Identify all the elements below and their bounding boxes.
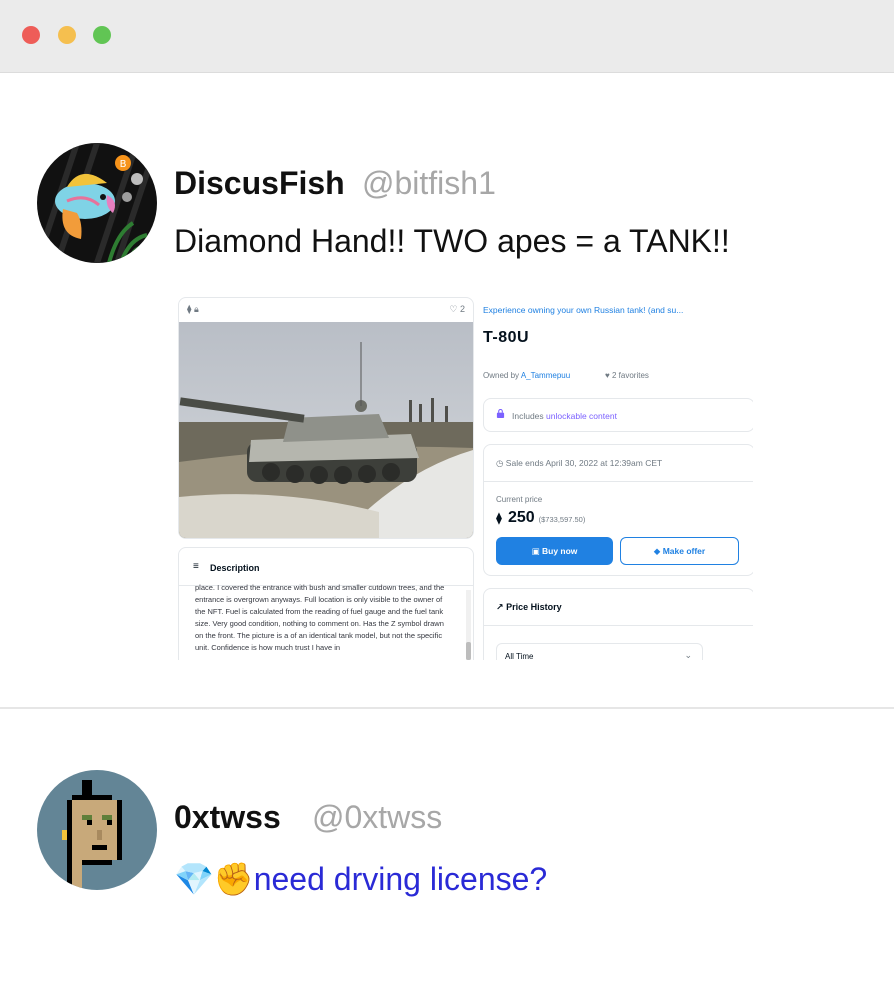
wallet-icon: ▣ <box>531 546 540 556</box>
description-card: ≡ Description place. I covered the entra… <box>178 547 474 660</box>
clock-icon: ◷ <box>496 458 504 468</box>
embedded-screenshot[interactable]: ⧫ 🔒︎ ♡ 2 ≡ Description place. I covered … <box>178 295 753 660</box>
description-scrollbar[interactable] <box>466 590 471 660</box>
unlockable-content-box[interactable]: Includes unlockable content <box>483 398 753 432</box>
avatar-discusfish[interactable]: B <box>37 143 157 263</box>
sale-box: ◷ Sale ends April 30, 2022 at 12:39am CE… <box>483 444 753 576</box>
favorites-line: ♥ 2 favorites <box>605 371 649 380</box>
maximize-window-button[interactable] <box>93 26 111 44</box>
minimize-window-button[interactable] <box>58 26 76 44</box>
trend-icon: ↗ <box>496 602 504 612</box>
owner-link[interactable]: A_Tammepuu <box>521 371 570 380</box>
chevron-down-icon: ⌄ <box>684 650 692 660</box>
close-window-button[interactable] <box>22 26 40 44</box>
ethereum-icon: ⧫ <box>496 511 502 525</box>
nft-image-card: ⧫ 🔒︎ ♡ 2 <box>178 297 474 539</box>
tweet-author-handle[interactable]: @0xtwss <box>312 799 442 836</box>
price-history-box: ↗ Price History All Time ⌄ <box>483 588 753 660</box>
owner-line: Owned by A_Tammepuu <box>483 371 571 380</box>
tweet-message: need drving license? <box>253 861 548 897</box>
collection-link[interactable]: Experience owning your own Russian tank!… <box>483 305 683 315</box>
heart-icon: ♥ <box>605 371 610 380</box>
favorite-count: ♡ 2 <box>449 304 465 314</box>
tweet-author-name[interactable]: DiscusFish <box>174 165 345 202</box>
tweet-author-handle[interactable]: @bitfish1 <box>362 165 496 202</box>
time-filter-select[interactable]: All Time ⌄ <box>496 643 703 660</box>
sale-ends: ◷ Sale ends April 30, 2022 at 12:39am CE… <box>496 458 663 468</box>
avatar-0xtwss[interactable] <box>37 770 157 890</box>
image-card-bar: ⧫ 🔒︎ ♡ 2 <box>179 298 473 322</box>
list-icon: ≡ <box>193 561 199 572</box>
make-offer-button[interactable]: ◆ Make offer <box>620 537 739 565</box>
description-header[interactable]: ≡ Description <box>179 548 473 586</box>
tweet-author-name[interactable]: 0xtwss <box>174 799 281 836</box>
current-price: ⧫ 250 ($733,597.50) <box>496 509 586 526</box>
tweet-text: Diamond Hand!! TWO apes = a TANK!! <box>174 223 730 259</box>
svg-text:B: B <box>120 159 127 170</box>
diamond-fist-emoji: 💎✊ <box>174 861 254 897</box>
lock-icon <box>496 409 505 418</box>
ethereum-icon: ⧫ 🔒︎ <box>187 304 199 314</box>
description-text: place. I covered the entrance with bush … <box>195 583 445 652</box>
current-price-label: Current price <box>496 495 543 504</box>
tweet-text: 💎✊need drving license? <box>174 860 547 898</box>
tank-photo <box>179 322 473 538</box>
nft-title: T-80U <box>483 329 530 346</box>
price-history-header[interactable]: ↗ Price History <box>496 602 562 613</box>
buy-now-button[interactable]: ▣ Buy now <box>496 537 613 565</box>
window-titlebar <box>0 0 894 73</box>
tweet-divider <box>0 707 894 709</box>
tag-icon: ◆ <box>653 546 661 556</box>
